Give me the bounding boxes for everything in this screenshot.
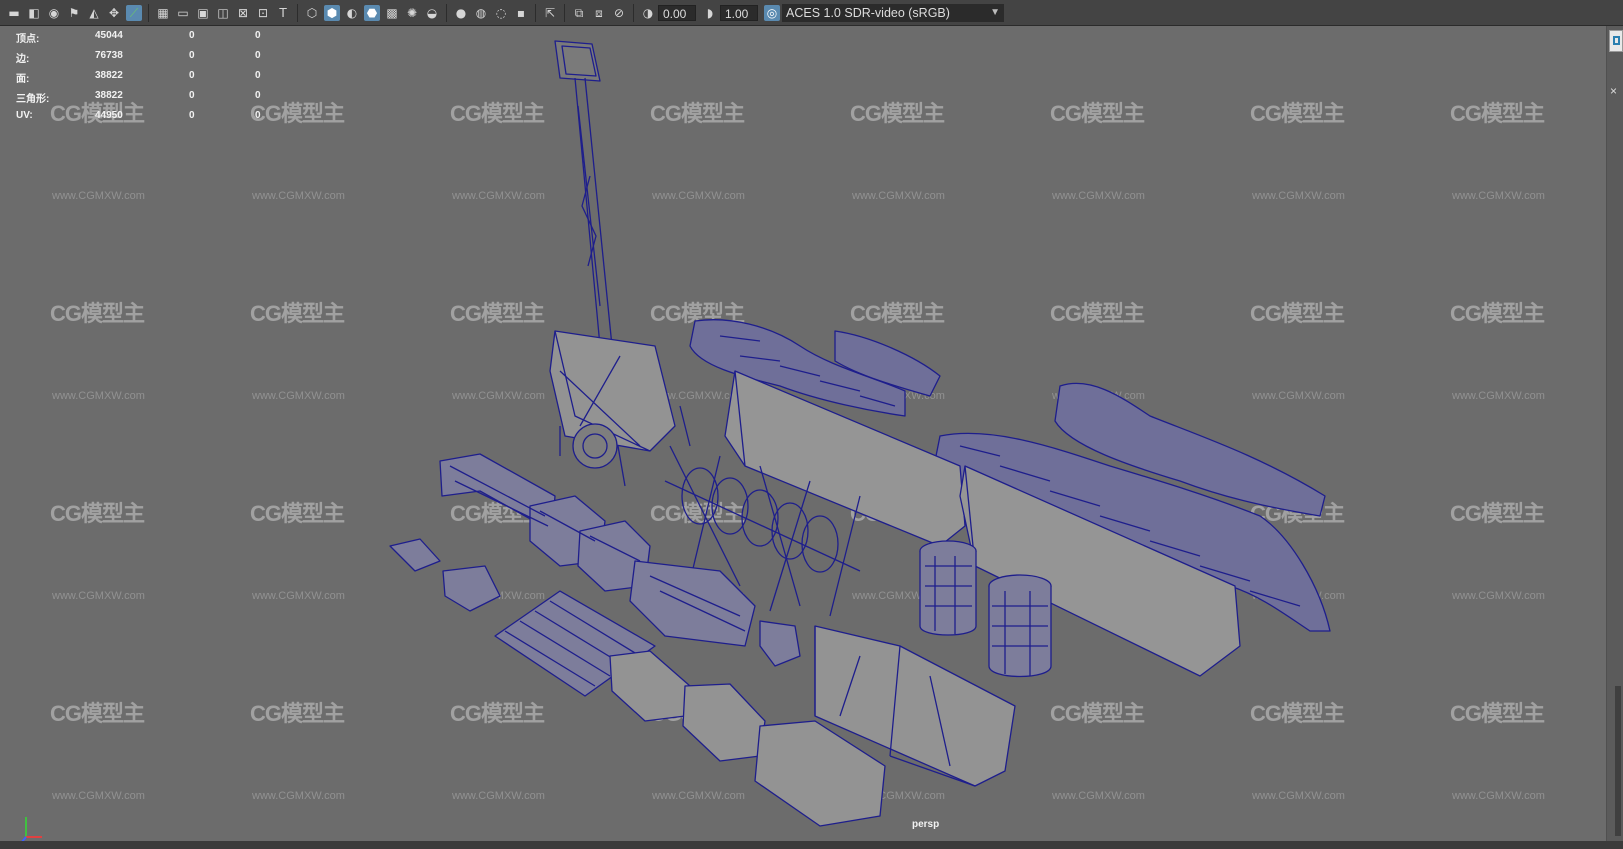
default-material-icon[interactable]: ◐ [344,5,360,21]
gate-mask-icon[interactable]: ◫ [215,5,231,21]
right-side-panel: × [1606,26,1623,841]
safe-action-icon[interactable]: ⊡ [255,5,271,21]
resolution-gate-icon[interactable]: ▣ [195,5,211,21]
hud-value: 0 [189,110,195,121]
hud-value: 44950 [95,110,123,121]
hud-value: 38822 [95,70,123,81]
hud-label: 面: [16,74,30,85]
hud-value: 0 [189,50,195,61]
hud-label: 边: [16,54,30,65]
hud-value: 38822 [95,90,123,101]
film-gate-icon[interactable]: ▭ [175,5,191,21]
xray-joints-icon[interactable]: ⧈ [591,5,607,21]
transform-icon[interactable]: ✥ [106,5,122,21]
hud-value: 0 [189,90,195,101]
gamma-field[interactable]: 1.00 [720,4,758,21]
smooth-shade-icon[interactable]: ⬢ [324,4,340,21]
lights-icon[interactable]: ✺ [404,5,420,21]
safe-title-icon[interactable]: T [275,5,291,21]
toolbar-separator [564,3,565,22]
hud-value: 0 [255,70,261,81]
bookmark-icon[interactable]: ⚑ [66,5,82,21]
anti-aliasing-icon[interactable]: ◌ [493,5,509,21]
color-space-dropdown[interactable]: ACES 1.0 SDR-video (sRGB) ▼ [782,3,1004,22]
equipment-cases[interactable] [609,625,1016,827]
toolbar-separator [297,3,298,22]
wireframe-on-shaded-icon[interactable]: ⬣ [364,4,380,21]
shadows-icon[interactable]: ◒ [424,5,440,21]
hud-value: 0 [189,30,195,41]
toolbar-separator [535,3,536,22]
image-plane-icon[interactable]: ◭ [86,5,102,21]
scrollbar[interactable] [1615,686,1621,836]
hud-label: 顶点: [16,34,40,45]
hud-value: 0 [255,30,261,41]
scene-wireframe[interactable] [0,26,1606,841]
xray-icon[interactable]: ⧉ [571,5,587,21]
depth-of-field-icon[interactable]: ▪ [513,5,529,21]
chevron-down-icon: ▼ [990,6,1000,18]
sandbag-wall-upper[interactable] [689,319,941,417]
close-icon[interactable]: × [1610,84,1617,98]
isolate-icon[interactable]: ⇱ [542,5,558,21]
textured-icon[interactable]: ▩ [384,5,400,21]
hud-value: 0 [255,110,261,121]
exposure-icon[interactable]: ◑ [640,5,656,21]
color-management-icon[interactable]: ◎ [764,4,780,21]
toolbar-separator [148,3,149,22]
camera-icon[interactable]: ▬ [6,5,22,21]
hud-label: UV: [16,110,33,121]
toolbar-separator [633,3,634,22]
field-chart-icon[interactable]: ⊠ [235,5,251,21]
camera-lock-icon[interactable]: ◉ [46,5,62,21]
toolbar-separator [446,3,447,22]
axis-gizmo [21,817,42,841]
ambient-occlusion-icon[interactable]: ● [453,5,469,21]
color-space-label: ACES 1.0 SDR-video (sRGB) [786,5,950,20]
hud-value: 0 [189,70,195,81]
hud-value: 76738 [95,50,123,61]
wireframe-icon[interactable]: ⬡ [304,5,320,21]
panel-toggle-button[interactable] [1609,30,1623,52]
bottom-bar [0,841,1623,849]
2d-pan-zoom-icon[interactable]: ⟋ [126,4,142,21]
motion-blur-icon[interactable]: ◍ [473,5,489,21]
hud-value: 45044 [95,30,123,41]
hud-label: 三角形: [16,94,50,105]
gamma-icon[interactable]: ◗ [702,5,718,21]
3d-viewport[interactable]: CG模型主 www.CGMXW.com CG模型主 www.CGMXW.com CG模型… [0,26,1623,841]
grid-icon[interactable]: ▦ [155,5,171,21]
camera-label: persp [912,819,940,830]
hud-value: 0 [255,90,261,101]
camera-attr-icon[interactable]: ◧ [26,5,42,21]
hud-value: 0 [255,50,261,61]
light-tower[interactable] [549,40,691,487]
viewport-toolbar: ▬ ◧ ◉ ⚑ ◭ ✥ ⟋ ▦ ▭ ▣ ◫ ⊠ ⊡ T ⬡ ⬢ ◐ ⬣ ▩ ✺ … [0,0,1623,26]
xray-active-icon[interactable]: ⊘ [611,5,627,21]
exposure-field[interactable]: 0.00 [658,4,696,21]
